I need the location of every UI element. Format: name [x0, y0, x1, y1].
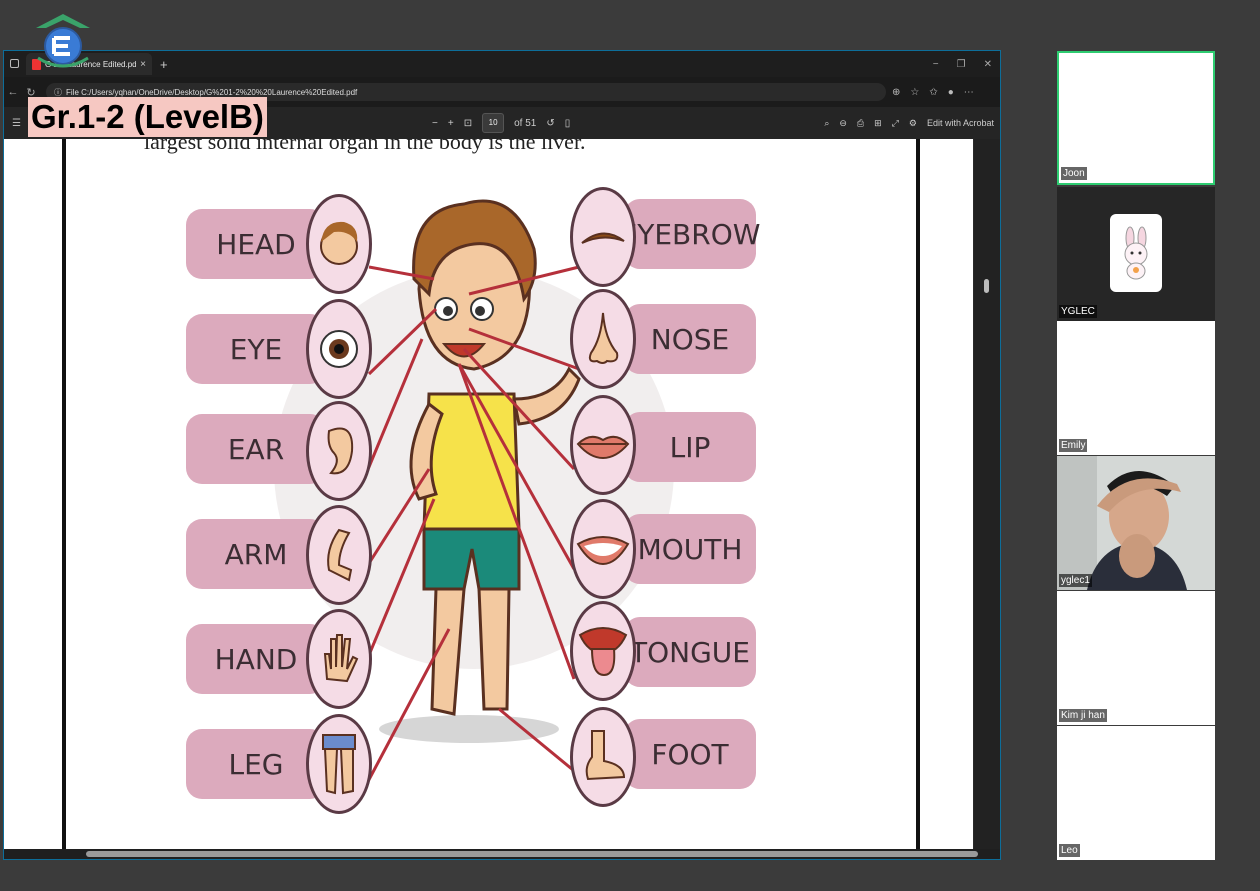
label-lip: LIP [624, 412, 756, 482]
contents-icon[interactable]: ☰ [12, 118, 21, 129]
horizontal-scrollbar[interactable] [4, 849, 1000, 859]
screen: G 1-2 Laurence Edited.pdf × + − ❐ ✕ ← ↻ … [0, 0, 1260, 891]
new-tab-icon[interactable]: + [160, 57, 168, 72]
zoom-out-icon[interactable]: − [432, 118, 438, 129]
vertical-scrollbar[interactable] [974, 139, 1000, 849]
favorites-icon[interactable]: ✩ [929, 87, 937, 98]
save-icon[interactable]: ⊖ [839, 118, 847, 129]
horizontal-scroll-thumb[interactable] [86, 851, 978, 857]
label-arm: ARM [186, 519, 326, 589]
participant-name: yglec1 [1059, 574, 1092, 587]
pdf-viewer[interactable]: largest solid internal organ in the body… [4, 139, 1000, 849]
eye-icon [306, 299, 372, 399]
school-logo-icon [30, 12, 96, 82]
nose-icon [570, 289, 636, 389]
zoom-icon[interactable]: ⊕ [892, 87, 900, 98]
participant-tile[interactable]: Joon [1057, 51, 1215, 185]
rabbit-avatar-icon [1124, 226, 1148, 280]
pdf-page-controls: − + ⊡ 10 of 51 ↺ ▯ [432, 113, 570, 133]
edit-with-acrobat-button[interactable]: Edit with Acrobat [927, 118, 994, 128]
pdf-actions: ⌕ ⊖ ⎙ ⊞ ⤢ ⚙ Edit with Acrobat [824, 118, 994, 129]
participant-tile[interactable]: Kim ji han [1057, 591, 1215, 725]
window-controls: − ❐ ✕ [933, 59, 1000, 70]
pdf-page: largest solid internal organ in the body… [4, 139, 973, 849]
hand-icon [306, 609, 372, 709]
label-nose: NOSE [624, 304, 756, 374]
zoom-in-icon[interactable]: + [448, 118, 454, 129]
label-foot: FOOT [624, 719, 756, 789]
label-eyebrow: EYEBROW [620, 199, 760, 269]
fit-page-icon[interactable]: ⊡ [464, 118, 472, 129]
rotate-icon[interactable]: ↺ [546, 118, 554, 129]
label-leg: LEG [186, 729, 326, 799]
page-total: of 51 [514, 117, 537, 129]
mouth-icon [570, 499, 636, 599]
foot-icon [570, 707, 636, 807]
shared-browser-window: G 1-2 Laurence Edited.pdf × + − ❐ ✕ ← ↻ … [3, 50, 1001, 860]
participant-tile[interactable]: Emily [1057, 321, 1215, 455]
participant-name: Emily [1059, 439, 1088, 452]
close-tab-icon[interactable]: × [140, 59, 146, 70]
tab-bar: G 1-2 Laurence Edited.pdf × + − ❐ ✕ [4, 51, 1000, 77]
save-as-icon[interactable]: ⊞ [874, 118, 882, 129]
participant-tile[interactable]: yglec1 [1057, 456, 1215, 590]
participant-name: Kim ji han [1059, 709, 1107, 722]
page-border-left [62, 139, 66, 849]
lips-icon [570, 395, 636, 495]
page-number-input[interactable]: 10 [482, 113, 505, 133]
body-parts-illustration: HEAD EYE EAR ARM HAND LEG EYEBROW NOSE L… [174, 169, 774, 814]
eyebrow-icon [570, 187, 636, 287]
label-ear: EAR [186, 414, 326, 484]
participant-video-frame [1057, 456, 1215, 590]
avatar [1110, 214, 1162, 292]
address-actions: ⊕ ☆ ✩ ● ⋯ [892, 87, 974, 98]
label-tongue: TONGUE [624, 617, 756, 687]
favorite-icon[interactable]: ☆ [910, 87, 919, 98]
page-border-right [916, 139, 920, 849]
tongue-icon [570, 601, 636, 701]
level-title: Gr.1-2 (LevelB) [28, 97, 267, 137]
restore-icon[interactable]: ❐ [957, 59, 966, 70]
participant-name: Leo [1059, 844, 1080, 857]
label-mouth: MOUTH [624, 514, 756, 584]
info-icon: ⓘ [54, 87, 62, 97]
print-icon[interactable]: ⎙ [857, 118, 864, 129]
participant-name: YGLEC [1059, 305, 1097, 318]
ear-icon [306, 401, 372, 501]
back-icon[interactable]: ← [4, 86, 22, 98]
minimize-icon[interactable]: − [933, 59, 939, 70]
settings-icon[interactable]: ⚙ [909, 118, 917, 129]
url-text: File C:/Users/yqhan/OneDrive/Desktop/G%2… [66, 87, 358, 97]
label-head: HEAD [186, 209, 326, 279]
page-view-icon[interactable]: ▯ [565, 118, 571, 129]
close-window-icon[interactable]: ✕ [984, 59, 992, 70]
sidebar-toggle-icon[interactable] [10, 59, 19, 68]
participant-name: Joon [1061, 167, 1087, 180]
page-partial-text: largest solid internal organ in the body… [144, 139, 586, 154]
leg-icon [306, 714, 372, 814]
fullscreen-icon[interactable]: ⤢ [892, 118, 899, 129]
head-icon [306, 194, 372, 294]
search-icon[interactable]: ⌕ [824, 118, 829, 129]
label-hand: HAND [186, 624, 326, 694]
label-eye: EYE [186, 314, 326, 384]
participant-tile[interactable]: YGLEC [1057, 187, 1215, 321]
arm-icon [306, 505, 372, 605]
more-icon[interactable]: ⋯ [964, 87, 974, 98]
profile-icon[interactable]: ● [948, 87, 954, 98]
participant-tile[interactable]: Leo [1057, 726, 1215, 860]
vertical-scroll-thumb[interactable] [984, 279, 989, 293]
